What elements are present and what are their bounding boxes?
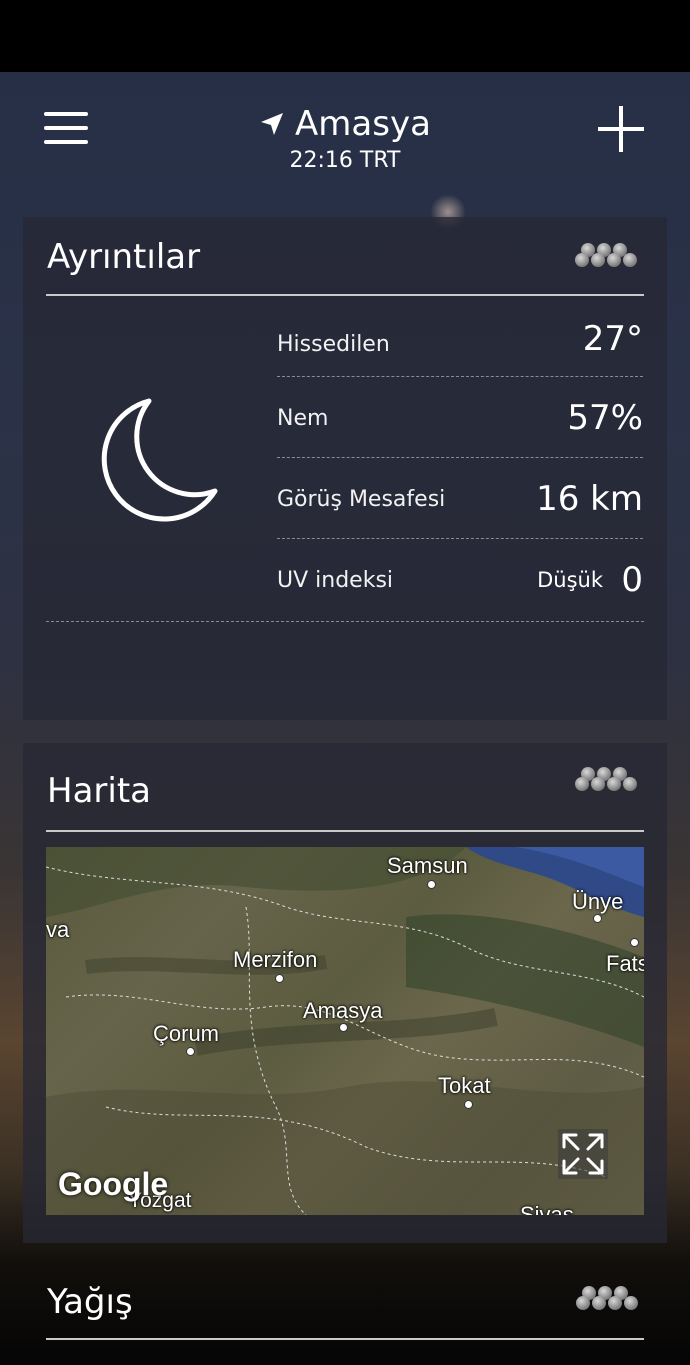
map-label-corum: Çorum xyxy=(153,1021,220,1046)
visibility-label: Görüş Mesafesi xyxy=(277,487,446,512)
moon-icon xyxy=(101,398,218,522)
map-label-merzifon: Merzifon xyxy=(233,947,318,972)
map-label-partial: va xyxy=(46,917,70,942)
local-time: 22:16 TRT xyxy=(289,148,401,173)
visibility-value: 16 km xyxy=(536,479,643,519)
plus-icon[interactable] xyxy=(598,106,644,152)
details-divider xyxy=(46,294,644,296)
weather-app: Amasya 22:16 TRT Ayrıntılar Hissedilen 2… xyxy=(0,72,690,1365)
map-label-amasya: Amasya xyxy=(303,998,383,1023)
map-card: Harita Samsun Ünye va Merzifon Fats Amas… xyxy=(23,743,667,1243)
details-title: Ayrıntılar xyxy=(47,237,201,277)
expand-icon[interactable] xyxy=(558,1129,608,1179)
uv-index-row: UV indeksi Düşük 0 xyxy=(277,540,643,620)
map-marker xyxy=(427,880,436,889)
drag-handle-icon[interactable] xyxy=(575,243,643,269)
map-label-sivas: Sivas xyxy=(520,1202,574,1215)
precipitation-divider xyxy=(46,1338,644,1340)
feels-like-value: 27° xyxy=(582,319,643,359)
map-marker xyxy=(275,974,284,983)
precipitation-title: Yağış xyxy=(47,1282,133,1322)
map-divider xyxy=(46,830,644,832)
google-logo: Google xyxy=(58,1166,169,1202)
map-label-tokat: Tokat xyxy=(438,1073,491,1098)
map-view[interactable]: Samsun Ünye va Merzifon Fats Amasya Çoru… xyxy=(46,847,644,1215)
drag-handle-icon[interactable] xyxy=(575,767,643,793)
humidity-label: Nem xyxy=(277,406,329,431)
feels-like-row: Hissedilen 27° xyxy=(277,297,643,377)
location-header[interactable]: Amasya 22:16 TRT xyxy=(0,104,690,173)
map-label-samsun: Samsun xyxy=(387,853,468,878)
map-title: Harita xyxy=(47,771,151,811)
map-marker xyxy=(186,1047,195,1056)
map-marker xyxy=(464,1100,473,1109)
header: Amasya 22:16 TRT xyxy=(0,72,690,202)
map-label-fatsa: Fats xyxy=(606,951,644,976)
status-bar xyxy=(0,0,690,72)
uv-index-label: UV indeksi xyxy=(277,568,394,593)
details-bottom-divider xyxy=(46,621,644,622)
drag-handle-icon[interactable] xyxy=(576,1286,644,1312)
details-card: Ayrıntılar Hissedilen 27° Nem 57% Görüş … xyxy=(23,217,667,720)
location-arrow-icon xyxy=(261,113,284,135)
map-marker xyxy=(630,938,639,947)
uv-index-level: Düşük xyxy=(537,568,603,592)
visibility-row: Görüş Mesafesi 16 km xyxy=(277,459,643,539)
map-marker xyxy=(339,1023,348,1032)
map-label-unye: Ünye xyxy=(572,889,624,914)
feels-like-label: Hissedilen xyxy=(277,332,390,357)
city-name: Amasya xyxy=(295,104,431,144)
humidity-value: 57% xyxy=(567,398,643,438)
humidity-row: Nem 57% xyxy=(277,378,643,458)
uv-index-value: 0 xyxy=(621,560,643,600)
map-marker xyxy=(593,914,602,923)
